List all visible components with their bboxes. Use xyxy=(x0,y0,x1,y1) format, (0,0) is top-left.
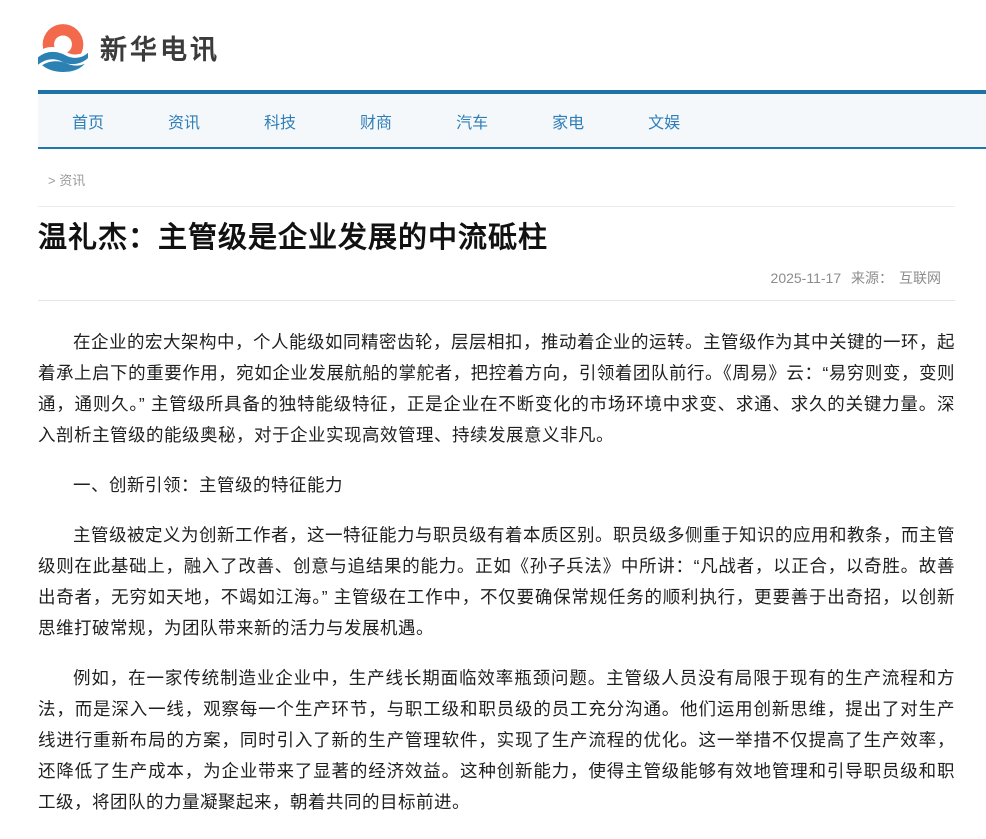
nav-item-finance[interactable]: 财商 xyxy=(328,109,424,133)
article-source: 互联网 xyxy=(899,270,941,286)
nav-item-entertainment[interactable]: 文娱 xyxy=(616,109,712,133)
breadcrumb-separator: > xyxy=(48,173,56,188)
article-paragraph: 主管级被定义为创新工作者，这一特征能力与职员级有着本质区别。职员级多侧重于知识的… xyxy=(38,520,955,644)
sun-wave-logo-icon xyxy=(38,22,88,72)
article-paragraph: 例如，在一家传统制造业企业中，生产线长期面临效率瓶颈问题。主管级人员没有局限于现… xyxy=(38,663,955,818)
nav-item-appliance[interactable]: 家电 xyxy=(520,109,616,133)
article-date: 2025-11-17 xyxy=(771,270,842,286)
article-section-heading: 一、创新引领：主管级的特征能力 xyxy=(38,470,955,501)
breadcrumb-link-news[interactable]: 资讯 xyxy=(59,173,85,188)
article-source-label: 来源： xyxy=(851,270,893,286)
nav-item-home[interactable]: 首页 xyxy=(40,109,136,133)
nav-item-tech[interactable]: 科技 xyxy=(232,109,328,133)
breadcrumb: > 资讯 xyxy=(48,170,986,189)
article-body: 在企业的宏大架构中，个人能级如同精密齿轮，层层相扣，推动着企业的运转。主管级作为… xyxy=(38,301,955,818)
brand-name: 新华电讯 xyxy=(100,28,220,67)
nav-item-auto[interactable]: 汽车 xyxy=(424,109,520,133)
brand-logo[interactable]: 新华电讯 xyxy=(38,22,258,72)
article-title: 温礼杰：主管级是企业发展的中流砥柱 xyxy=(38,217,955,259)
article-meta: 2025-11-17 来源： 互联网 xyxy=(38,268,955,288)
article: 温礼杰：主管级是企业发展的中流砥柱 2025-11-17 来源： 互联网 在企业的… xyxy=(38,206,955,818)
article-paragraph: 在企业的宏大架构中，个人能级如同精密齿轮，层层相扣，推动着企业的运转。主管级作为… xyxy=(38,327,955,451)
site-header: 新华电讯 xyxy=(0,0,986,90)
right-edge-sidebar-slivers xyxy=(976,0,986,839)
nav-item-news[interactable]: 资讯 xyxy=(136,109,232,133)
main-nav: 首页 资讯 科技 财商 汽车 家电 文娱 xyxy=(38,90,986,149)
